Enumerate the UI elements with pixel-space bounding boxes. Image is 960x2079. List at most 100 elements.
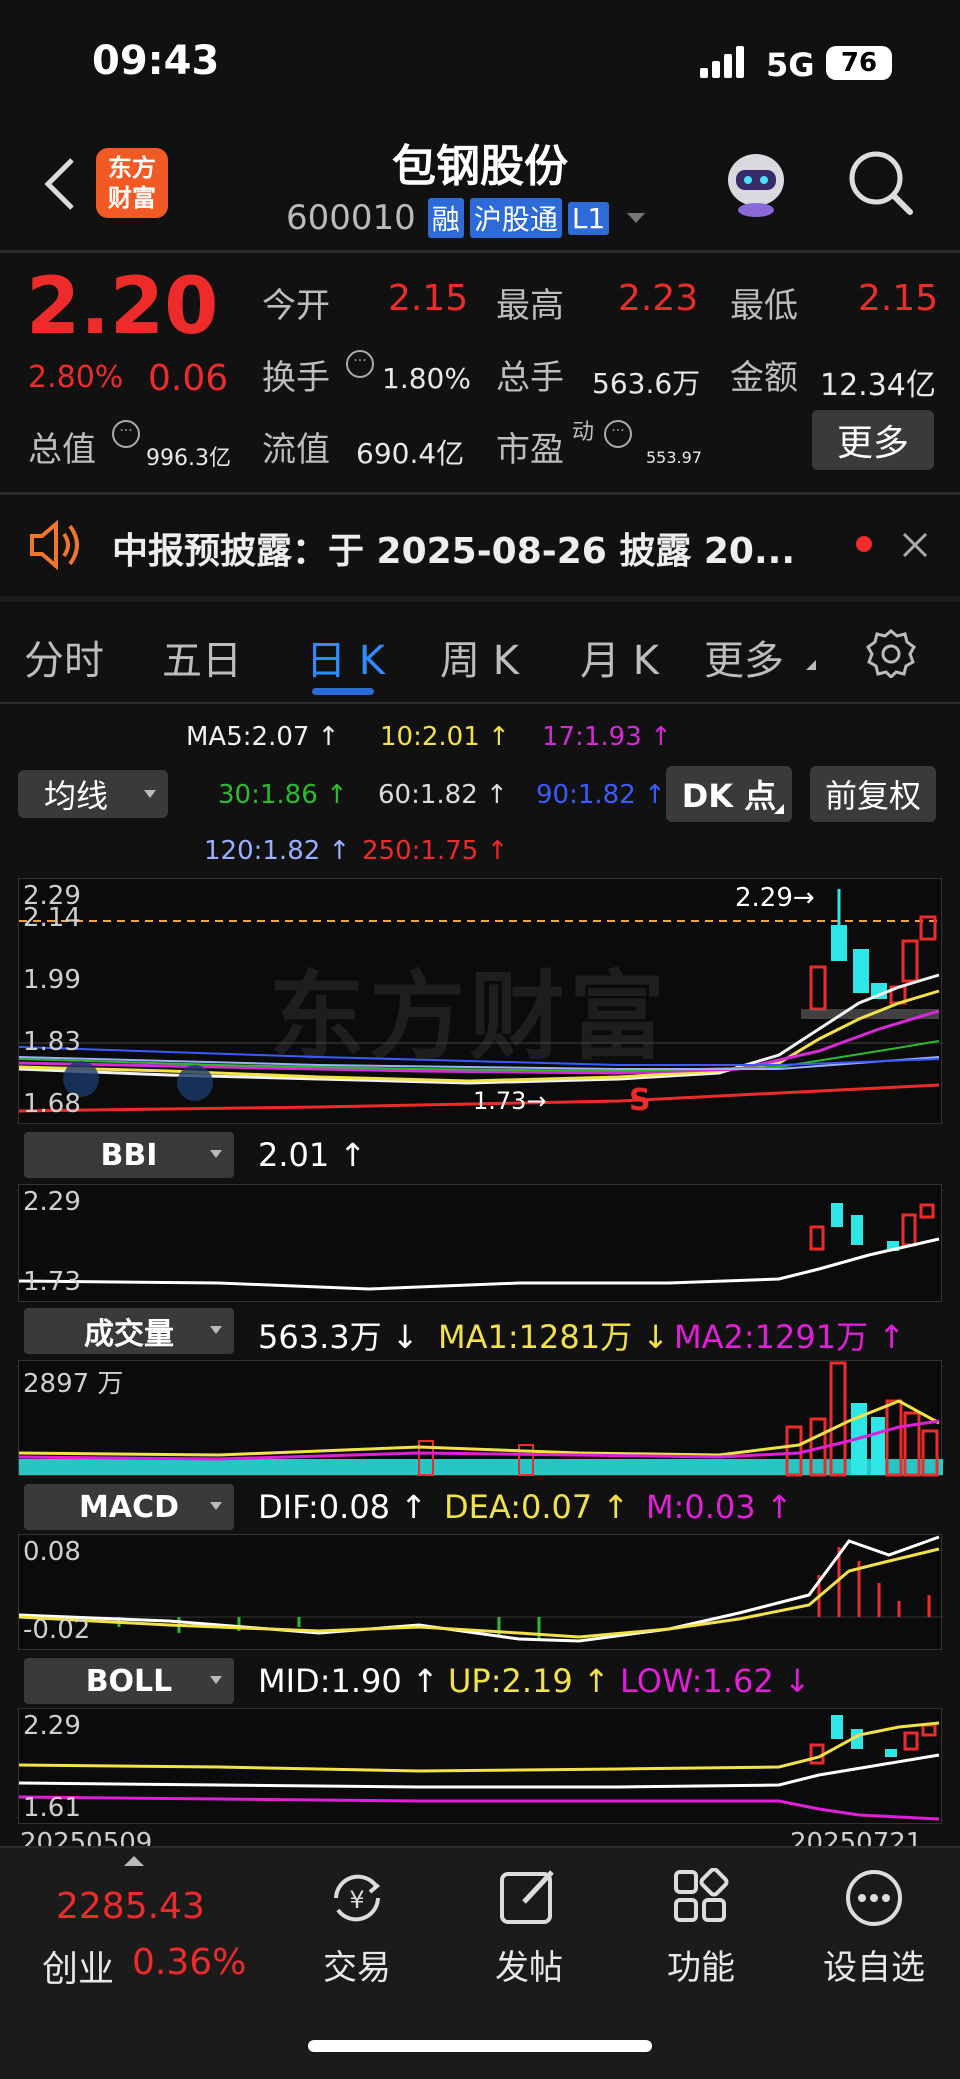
ma-selector[interactable]: 均线 xyxy=(18,770,168,818)
macd-chart-panel[interactable]: 0.08 -0.02 xyxy=(18,1534,943,1650)
sell-signal-marker[interactable]: S xyxy=(629,1083,651,1118)
index-change[interactable]: 0.36% xyxy=(132,1942,246,1983)
index-value[interactable]: 2285.43 xyxy=(56,1886,205,1927)
chevron-up-icon[interactable] xyxy=(124,1856,144,1866)
float-cap-label: 流值 xyxy=(262,430,330,470)
ma60-legend: 60:1.82 ↑ xyxy=(378,780,508,810)
tab-weekly-k[interactable]: 周 K xyxy=(440,628,519,686)
notice-text[interactable]: 中报预披露：于 2025-08-26 披露 20... xyxy=(112,522,795,574)
high-price-marker: 2.29→ xyxy=(735,883,815,913)
adjust-button[interactable]: 前复权 xyxy=(810,766,936,822)
functions-grid-icon[interactable] xyxy=(672,1867,732,1928)
pe-value: 553.97 xyxy=(646,448,702,467)
ma90-legend: 90:1.82 ↑ xyxy=(536,780,666,810)
volume-ma1: MA1:1281万 ↓ xyxy=(438,1318,670,1356)
market-cap-label: 总值 xyxy=(28,430,96,470)
nav-functions-label[interactable]: 功能 xyxy=(656,1940,746,1989)
status-time: 09:43 xyxy=(92,38,220,84)
boll-chart-panel[interactable]: 2.29 1.61 xyxy=(18,1708,942,1824)
info-icon-cap[interactable]: ··· xyxy=(112,420,140,448)
settings-gear-icon[interactable] xyxy=(866,628,916,680)
nav-trade-label[interactable]: 交易 xyxy=(312,1940,402,1989)
search-icon[interactable] xyxy=(846,148,916,218)
ma-selector-label: 均线 xyxy=(44,777,109,815)
turnover-label: 换手 xyxy=(262,358,330,398)
boll-low: LOW:1.62 ↓ xyxy=(620,1662,811,1700)
macd-y-high: 0.08 xyxy=(23,1537,81,1567)
back-icon[interactable] xyxy=(40,156,80,212)
ma17-legend: 17:1.93 ↑ xyxy=(542,722,672,752)
dropdown-triangle-icon xyxy=(144,790,156,798)
ma120-legend: 120:1.82 ↑ xyxy=(204,836,351,866)
logo-text-2: 财富 xyxy=(108,184,156,212)
logo-text-1: 东方 xyxy=(108,154,156,182)
tab-monthly-k[interactable]: 月 K xyxy=(580,628,659,686)
open-label: 今开 xyxy=(262,286,330,326)
index-name[interactable]: 创业 xyxy=(42,1940,114,1992)
battery-icon: 76 xyxy=(826,46,892,80)
bbi-selector-label: BBI xyxy=(100,1137,158,1173)
volume-chart-panel[interactable]: 2897 万 xyxy=(18,1360,943,1477)
tab-more[interactable]: 更多 xyxy=(704,628,784,686)
macd-m: M:0.03 ↑ xyxy=(646,1488,793,1526)
tab-five-day[interactable]: 五日 xyxy=(162,628,242,686)
boll-mid: MID:1.90 ↑ xyxy=(258,1662,439,1700)
ma30-legend: 30:1.86 ↑ xyxy=(218,780,348,810)
post-icon[interactable] xyxy=(498,1866,560,1928)
speaker-icon xyxy=(28,519,82,571)
volume-selector-label: 成交量 xyxy=(84,1317,174,1352)
low-value: 2.15 xyxy=(858,278,939,319)
more-button[interactable]: 更多 xyxy=(812,410,934,470)
change-percent: 2.80% xyxy=(28,360,124,395)
macd-dea: DEA:0.07 ↑ xyxy=(444,1488,630,1526)
kline-chart-panel[interactable]: 东方财富 2.29 2.14 1.99 1.83 1.68 2.29→ 1.73… xyxy=(18,878,943,1124)
macd-dif: DIF:0.08 ↑ xyxy=(258,1488,428,1526)
info-icon[interactable]: ··· xyxy=(346,350,374,378)
change-amount: 0.06 xyxy=(148,358,229,399)
float-cap-value: 690.4亿 xyxy=(356,437,465,470)
tag-level: L1 xyxy=(567,201,610,235)
tag-margin: 融 xyxy=(427,198,464,238)
bbi-svg xyxy=(19,1203,940,1291)
tab-daily-k[interactable]: 日 K xyxy=(306,628,385,686)
close-icon[interactable] xyxy=(900,530,930,560)
y-label-2-14: 2.14 xyxy=(23,903,81,933)
high-value: 2.23 xyxy=(618,278,699,319)
bbi-chart-panel[interactable]: 2.29 1.73 xyxy=(18,1184,942,1302)
chevron-down-icon xyxy=(627,213,646,223)
battery-level: 76 xyxy=(840,48,878,78)
dropdown-triangle-icon xyxy=(210,1676,222,1684)
bbi-selector[interactable]: BBI xyxy=(24,1132,234,1178)
y-label-1-68: 1.68 xyxy=(23,1089,81,1119)
tab-intraday[interactable]: 分时 xyxy=(24,628,104,686)
current-price: 2.20 xyxy=(26,262,219,352)
trade-icon[interactable]: ¥ xyxy=(324,1868,390,1928)
open-value: 2.15 xyxy=(388,278,469,319)
nav-post-label[interactable]: 发帖 xyxy=(484,1940,574,1989)
signal-icon xyxy=(700,46,748,78)
robot-assistant-icon[interactable] xyxy=(718,148,794,218)
volume-y-label: 2897 万 xyxy=(23,1369,124,1399)
y-label-1-83: 1.83 xyxy=(23,1027,81,1057)
market-cap-value: 996.3亿 xyxy=(146,446,231,471)
boll-y-low: 1.61 xyxy=(23,1793,81,1823)
macd-svg xyxy=(19,1535,943,1643)
app-logo: 东方 财富 xyxy=(96,148,168,218)
dk-point-button[interactable]: DK 点 xyxy=(666,766,792,822)
volume-indicator-value: 563.3万 ↓ xyxy=(258,1318,419,1356)
nav-watchlist-label[interactable]: 设自选 xyxy=(814,1940,934,1989)
pe-label: 市盈 xyxy=(496,430,564,470)
low-label: 最低 xyxy=(730,286,798,326)
macd-y-low: -0.02 xyxy=(23,1615,91,1645)
boll-y-high: 2.29 xyxy=(23,1711,81,1741)
watchlist-more-icon[interactable] xyxy=(844,1868,904,1928)
pe-superscript: 动 xyxy=(572,420,595,445)
stock-code-row[interactable]: 600010 融 沪股通 L1 xyxy=(286,198,646,238)
volume-selector[interactable]: 成交量 xyxy=(24,1308,234,1354)
boll-selector[interactable]: BOLL xyxy=(24,1658,234,1704)
macd-selector[interactable]: MACD xyxy=(24,1484,234,1530)
info-icon-pe[interactable]: ··· xyxy=(604,420,632,448)
boll-selector-label: BOLL xyxy=(85,1663,173,1699)
tab-active-indicator xyxy=(312,688,374,695)
dk-corner-icon xyxy=(774,804,784,814)
